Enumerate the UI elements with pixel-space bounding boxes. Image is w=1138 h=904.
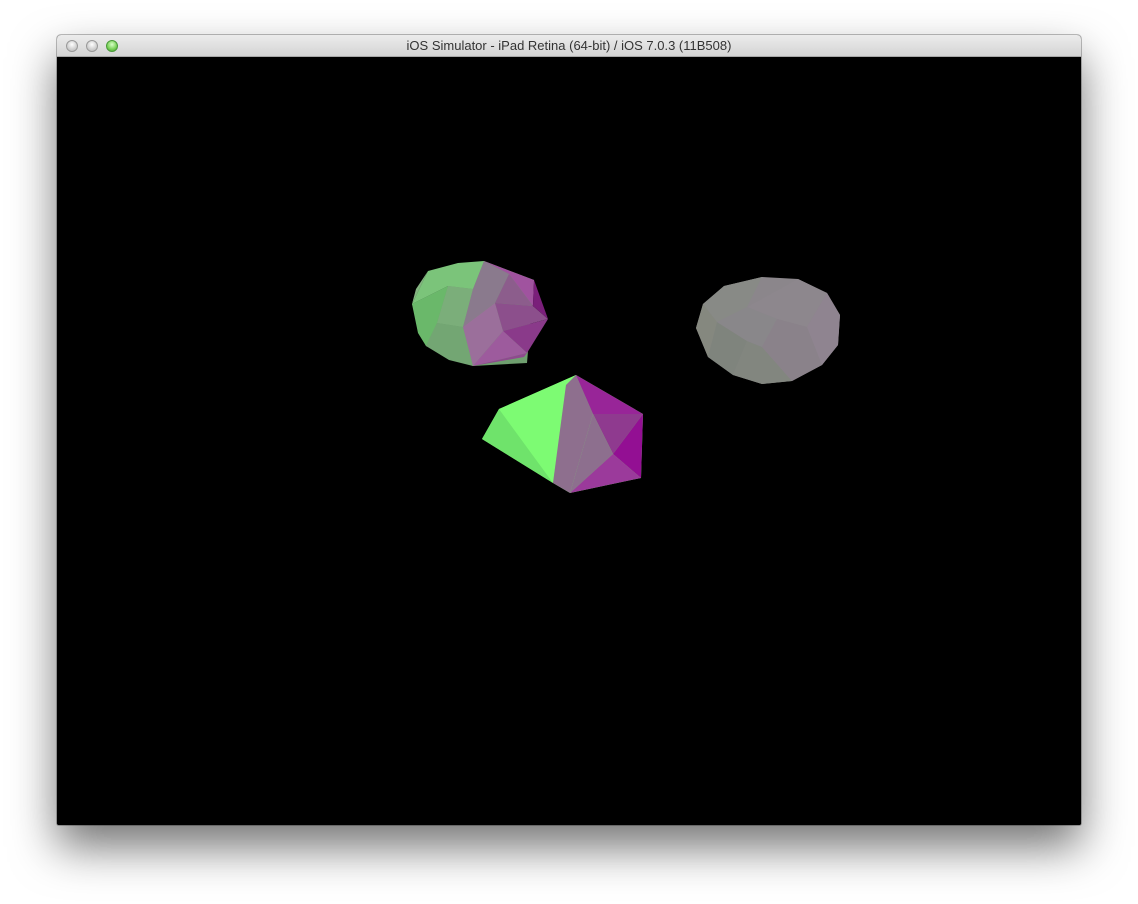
window-title: iOS Simulator - iPad Retina (64-bit) / i… xyxy=(406,38,732,53)
sphere-grey-right xyxy=(696,277,840,384)
simulator-screen[interactable] xyxy=(57,57,1081,825)
simulator-window: iOS Simulator - iPad Retina (64-bit) / i… xyxy=(57,35,1081,825)
title-bar[interactable]: iOS Simulator - iPad Retina (64-bit) / i… xyxy=(57,35,1081,57)
polyhedron-green-magenta-left xyxy=(412,261,548,366)
polyhedron-green-magenta-center xyxy=(482,375,643,493)
opengl-scene xyxy=(412,261,840,493)
